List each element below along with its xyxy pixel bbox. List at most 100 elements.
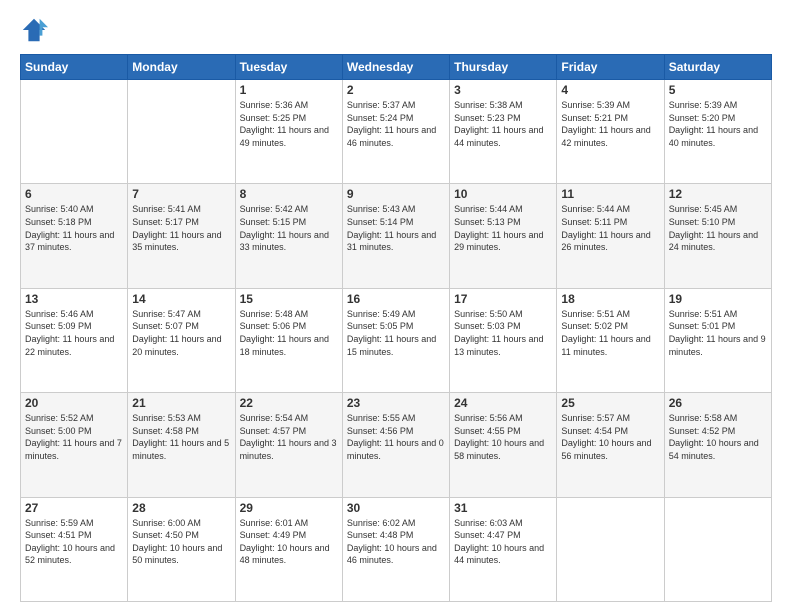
day-info: Sunrise: 5:42 AMSunset: 5:15 PMDaylight:…	[240, 203, 338, 253]
day-cell: 4 Sunrise: 5:39 AMSunset: 5:21 PMDaylight…	[557, 80, 664, 184]
day-cell	[128, 80, 235, 184]
day-number: 4	[561, 83, 659, 97]
day-info: Sunrise: 5:58 AMSunset: 4:52 PMDaylight:…	[669, 412, 767, 462]
day-cell: 31 Sunrise: 6:03 AMSunset: 4:47 PMDayligh…	[450, 497, 557, 601]
day-info: Sunrise: 5:50 AMSunset: 5:03 PMDaylight:…	[454, 308, 552, 358]
day-cell: 13Sunrise: 5:46 AMSunset: 5:09 PMDayligh…	[21, 288, 128, 392]
day-number: 5	[669, 83, 767, 97]
day-cell	[664, 497, 771, 601]
day-cell: 26 Sunrise: 5:58 AMSunset: 4:52 PMDayligh…	[664, 393, 771, 497]
day-cell: 30 Sunrise: 6:02 AMSunset: 4:48 PMDayligh…	[342, 497, 449, 601]
day-header-thursday: Thursday	[450, 55, 557, 80]
day-info: Sunrise: 5:48 AMSunset: 5:06 PMDaylight:…	[240, 308, 338, 358]
day-info: Sunrise: 5:39 AMSunset: 5:20 PMDaylight:…	[669, 99, 767, 149]
day-cell: 25 Sunrise: 5:57 AMSunset: 4:54 PMDayligh…	[557, 393, 664, 497]
day-cell: 28 Sunrise: 6:00 AMSunset: 4:50 PMDayligh…	[128, 497, 235, 601]
day-cell: 8 Sunrise: 5:42 AMSunset: 5:15 PMDaylight…	[235, 184, 342, 288]
day-cell: 11Sunrise: 5:44 AMSunset: 5:11 PMDayligh…	[557, 184, 664, 288]
day-info: Sunrise: 5:37 AMSunset: 5:24 PMDaylight:…	[347, 99, 445, 149]
day-cell: 18 Sunrise: 5:51 AMSunset: 5:02 PMDayligh…	[557, 288, 664, 392]
day-cell: 29 Sunrise: 6:01 AMSunset: 4:49 PMDayligh…	[235, 497, 342, 601]
day-info: Sunrise: 5:45 AMSunset: 5:10 PMDaylight:…	[669, 203, 767, 253]
day-cell: 23Sunrise: 5:55 AMSunset: 4:56 PMDayligh…	[342, 393, 449, 497]
day-info: Sunrise: 5:38 AMSunset: 5:23 PMDaylight:…	[454, 99, 552, 149]
day-number: 21	[132, 396, 230, 410]
day-info: Sunrise: 5:39 AMSunset: 5:21 PMDaylight:…	[561, 99, 659, 149]
calendar-body: 1 Sunrise: 5:36 AMSunset: 5:25 PMDaylight…	[21, 80, 772, 602]
day-info: Sunrise: 5:51 AMSunset: 5:01 PMDaylight:…	[669, 308, 767, 358]
header-row: SundayMondayTuesdayWednesdayThursdayFrid…	[21, 55, 772, 80]
day-number: 11	[561, 187, 659, 201]
page: SundayMondayTuesdayWednesdayThursdayFrid…	[0, 0, 792, 612]
day-cell: 3 Sunrise: 5:38 AMSunset: 5:23 PMDaylight…	[450, 80, 557, 184]
day-info: Sunrise: 5:36 AMSunset: 5:25 PMDaylight:…	[240, 99, 338, 149]
day-cell	[557, 497, 664, 601]
day-info: Sunrise: 6:01 AMSunset: 4:49 PMDaylight:…	[240, 517, 338, 567]
day-header-wednesday: Wednesday	[342, 55, 449, 80]
day-info: Sunrise: 6:03 AMSunset: 4:47 PMDaylight:…	[454, 517, 552, 567]
day-number: 14	[132, 292, 230, 306]
week-row-2: 6Sunrise: 5:40 AMSunset: 5:18 PMDaylight…	[21, 184, 772, 288]
day-cell: 9 Sunrise: 5:43 AMSunset: 5:14 PMDaylight…	[342, 184, 449, 288]
week-row-5: 27Sunrise: 5:59 AMSunset: 4:51 PMDayligh…	[21, 497, 772, 601]
day-cell: 22Sunrise: 5:54 AMSunset: 4:57 PMDayligh…	[235, 393, 342, 497]
day-cell: 20Sunrise: 5:52 AMSunset: 5:00 PMDayligh…	[21, 393, 128, 497]
day-info: Sunrise: 5:56 AMSunset: 4:55 PMDaylight:…	[454, 412, 552, 462]
day-number: 12	[669, 187, 767, 201]
day-cell: 17 Sunrise: 5:50 AMSunset: 5:03 PMDayligh…	[450, 288, 557, 392]
day-number: 24	[454, 396, 552, 410]
day-number: 20	[25, 396, 123, 410]
day-info: Sunrise: 6:02 AMSunset: 4:48 PMDaylight:…	[347, 517, 445, 567]
day-number: 7	[132, 187, 230, 201]
day-cell: 15 Sunrise: 5:48 AMSunset: 5:06 PMDayligh…	[235, 288, 342, 392]
logo-icon	[20, 16, 48, 44]
day-cell: 7Sunrise: 5:41 AMSunset: 5:17 PMDaylight…	[128, 184, 235, 288]
day-info: Sunrise: 6:00 AMSunset: 4:50 PMDaylight:…	[132, 517, 230, 567]
day-cell: 5 Sunrise: 5:39 AMSunset: 5:20 PMDaylight…	[664, 80, 771, 184]
calendar-header: SundayMondayTuesdayWednesdayThursdayFrid…	[21, 55, 772, 80]
day-cell: 1 Sunrise: 5:36 AMSunset: 5:25 PMDaylight…	[235, 80, 342, 184]
day-info: Sunrise: 5:53 AMSunset: 4:58 PMDaylight:…	[132, 412, 230, 462]
day-number: 1	[240, 83, 338, 97]
day-number: 31	[454, 501, 552, 515]
day-number: 2	[347, 83, 445, 97]
day-cell: 12 Sunrise: 5:45 AMSunset: 5:10 PMDayligh…	[664, 184, 771, 288]
day-info: Sunrise: 5:51 AMSunset: 5:02 PMDaylight:…	[561, 308, 659, 358]
day-info: Sunrise: 5:44 AMSunset: 5:13 PMDaylight:…	[454, 203, 552, 253]
day-number: 28	[132, 501, 230, 515]
day-header-sunday: Sunday	[21, 55, 128, 80]
day-number: 30	[347, 501, 445, 515]
day-info: Sunrise: 5:55 AMSunset: 4:56 PMDaylight:…	[347, 412, 445, 462]
day-cell: 14 Sunrise: 5:47 AMSunset: 5:07 PMDayligh…	[128, 288, 235, 392]
day-header-saturday: Saturday	[664, 55, 771, 80]
week-row-4: 20Sunrise: 5:52 AMSunset: 5:00 PMDayligh…	[21, 393, 772, 497]
day-number: 29	[240, 501, 338, 515]
week-row-3: 13Sunrise: 5:46 AMSunset: 5:09 PMDayligh…	[21, 288, 772, 392]
day-number: 19	[669, 292, 767, 306]
week-row-1: 1 Sunrise: 5:36 AMSunset: 5:25 PMDaylight…	[21, 80, 772, 184]
day-info: Sunrise: 5:57 AMSunset: 4:54 PMDaylight:…	[561, 412, 659, 462]
day-number: 18	[561, 292, 659, 306]
day-header-friday: Friday	[557, 55, 664, 80]
day-number: 8	[240, 187, 338, 201]
day-header-tuesday: Tuesday	[235, 55, 342, 80]
day-info: Sunrise: 5:47 AMSunset: 5:07 PMDaylight:…	[132, 308, 230, 358]
day-number: 25	[561, 396, 659, 410]
day-header-monday: Monday	[128, 55, 235, 80]
day-number: 3	[454, 83, 552, 97]
day-cell: 16Sunrise: 5:49 AMSunset: 5:05 PMDayligh…	[342, 288, 449, 392]
day-cell: 24 Sunrise: 5:56 AMSunset: 4:55 PMDayligh…	[450, 393, 557, 497]
day-number: 17	[454, 292, 552, 306]
day-number: 15	[240, 292, 338, 306]
day-info: Sunrise: 5:49 AMSunset: 5:05 PMDaylight:…	[347, 308, 445, 358]
day-info: Sunrise: 5:43 AMSunset: 5:14 PMDaylight:…	[347, 203, 445, 253]
day-cell: 27Sunrise: 5:59 AMSunset: 4:51 PMDayligh…	[21, 497, 128, 601]
day-cell: 6Sunrise: 5:40 AMSunset: 5:18 PMDaylight…	[21, 184, 128, 288]
day-cell: 2 Sunrise: 5:37 AMSunset: 5:24 PMDaylight…	[342, 80, 449, 184]
day-info: Sunrise: 5:40 AMSunset: 5:18 PMDaylight:…	[25, 203, 123, 253]
day-cell: 19 Sunrise: 5:51 AMSunset: 5:01 PMDayligh…	[664, 288, 771, 392]
day-number: 9	[347, 187, 445, 201]
day-number: 10	[454, 187, 552, 201]
day-number: 26	[669, 396, 767, 410]
day-cell	[21, 80, 128, 184]
